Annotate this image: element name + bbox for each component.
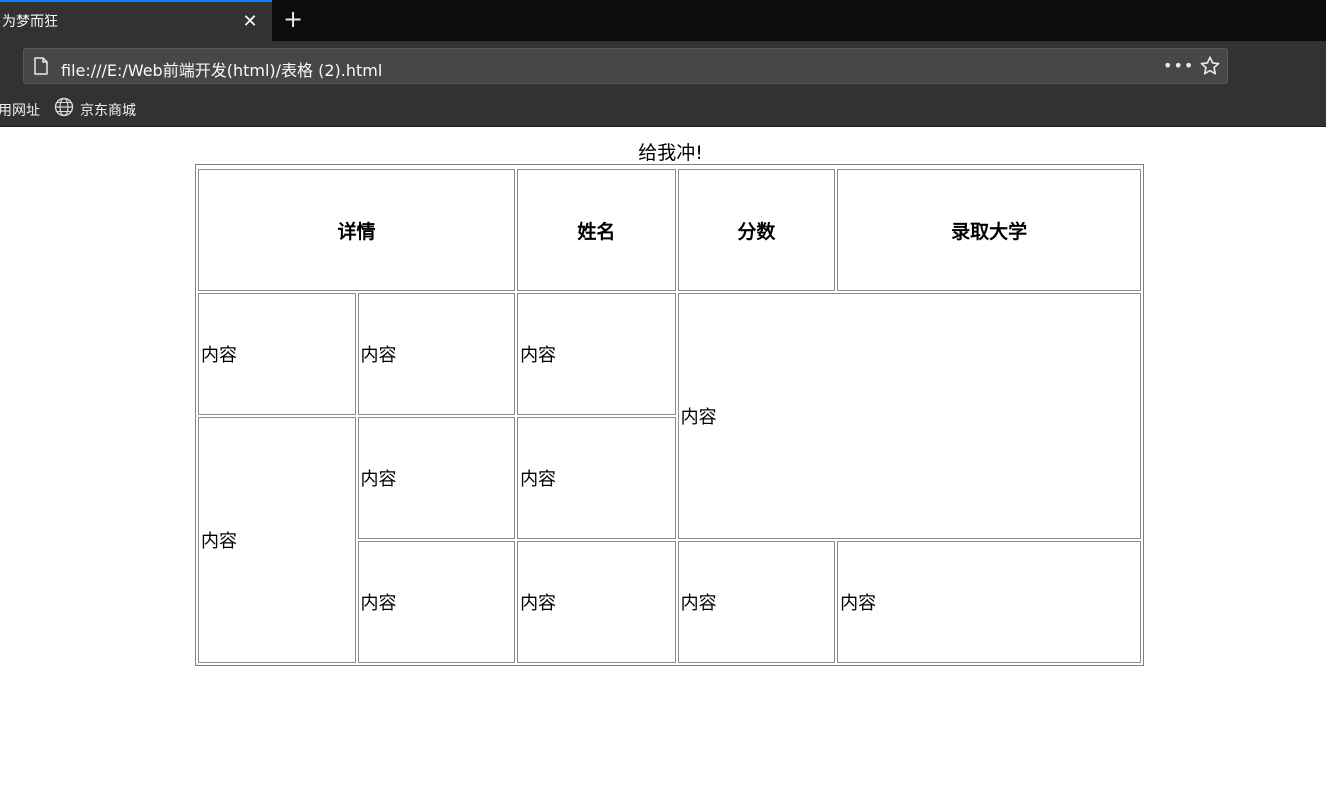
table-row: 内容 内容 内容 内容 bbox=[198, 293, 1141, 539]
table-cell-merged: 内容 bbox=[677, 293, 1141, 539]
table-cell: 内容 bbox=[517, 293, 676, 415]
page-icon bbox=[34, 57, 48, 75]
table-cell: 内容 bbox=[517, 417, 676, 539]
table-cell: 内容 bbox=[357, 417, 516, 539]
page-content: 给我冲! 详情 姓名 分数 录取大学 内容 内容 内容 内容 内容 内容 内容 … bbox=[0, 127, 1326, 796]
bookmark-star-icon[interactable] bbox=[1199, 55, 1221, 77]
score-table: 给我冲! 详情 姓名 分数 录取大学 内容 内容 内容 内容 内容 内容 内容 … bbox=[195, 142, 1144, 666]
bookmarks-toolbar: 用网址 京东商城 bbox=[0, 91, 1326, 127]
url-bar[interactable]: file:///E:/Web前端开发(html)/表格 (2).html ••• bbox=[23, 48, 1228, 84]
header-details: 详情 bbox=[198, 169, 516, 291]
table-caption: 给我冲! bbox=[638, 142, 703, 164]
bookmark-item[interactable]: 京东商城 bbox=[80, 100, 136, 120]
new-tab-icon[interactable]: + bbox=[282, 7, 304, 31]
url-text[interactable]: file:///E:/Web前端开发(html)/表格 (2).html bbox=[61, 57, 382, 81]
tab-strip: 为梦而狂 ✕ + bbox=[0, 0, 1326, 41]
tab-title: 为梦而狂 bbox=[2, 14, 58, 30]
header-name: 姓名 bbox=[517, 169, 676, 291]
table-cell: 内容 bbox=[198, 293, 356, 415]
table-cell: 内容 bbox=[517, 541, 676, 663]
table-cell-merged: 内容 bbox=[198, 417, 356, 663]
table-cell: 内容 bbox=[677, 541, 836, 663]
navigation-bar: file:///E:/Web前端开发(html)/表格 (2).html ••• bbox=[0, 41, 1326, 91]
close-tab-icon[interactable]: ✕ bbox=[240, 12, 260, 32]
header-university: 录取大学 bbox=[837, 169, 1141, 291]
globe-icon bbox=[54, 97, 74, 117]
table-cell: 内容 bbox=[357, 541, 516, 663]
active-tab[interactable]: 为梦而狂 ✕ bbox=[0, 0, 272, 41]
table-cell: 内容 bbox=[837, 541, 1141, 663]
header-score: 分数 bbox=[677, 169, 836, 291]
table-header-row: 详情 姓名 分数 录取大学 bbox=[198, 169, 1141, 291]
page-actions-icon[interactable]: ••• bbox=[1163, 56, 1193, 76]
bookmark-item[interactable]: 用网址 bbox=[0, 100, 40, 120]
table-cell: 内容 bbox=[357, 293, 516, 415]
